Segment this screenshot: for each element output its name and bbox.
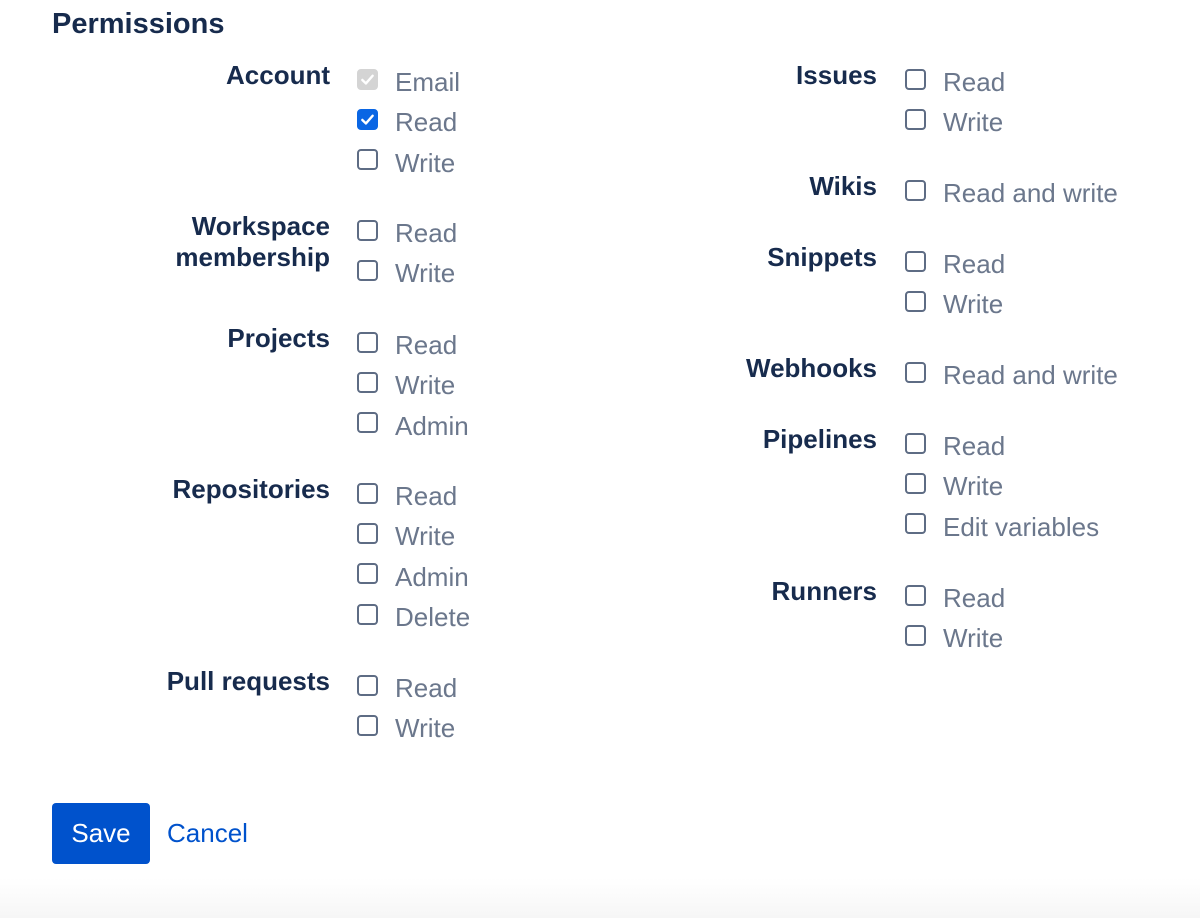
checkbox-option-read[interactable]: Read <box>905 244 1005 284</box>
checkbox-label: Read <box>943 249 1006 279</box>
checkbox-label: Read <box>943 583 1006 613</box>
checkbox-label: Read <box>943 67 1006 97</box>
checkbox[interactable] <box>357 522 378 544</box>
checkbox[interactable] <box>905 179 926 201</box>
checkbox-option-edit-variables[interactable]: Edit variables <box>905 507 1099 547</box>
checkbox[interactable] <box>357 412 378 434</box>
permission-group-label: Repositories <box>172 474 331 504</box>
cancel-link[interactable]: Cancel <box>167 803 248 864</box>
checkbox[interactable] <box>357 219 378 241</box>
checkbox-option-email[interactable]: Email <box>357 62 460 102</box>
permission-group-label: Webhooks <box>746 353 877 383</box>
checkbox-label: Write <box>395 258 456 289</box>
checkbox-option-read[interactable]: Read <box>357 476 457 516</box>
checkbox-option-read-and-write[interactable]: Read and write <box>905 355 1118 395</box>
checkbox-option-read-and-write[interactable]: Read and write <box>905 173 1118 213</box>
checkbox[interactable] <box>357 331 378 353</box>
checkbox-option-write[interactable]: Write <box>357 253 455 293</box>
permission-group-label: Account <box>226 60 330 90</box>
checkbox-option-read[interactable]: Read <box>357 325 457 365</box>
checkbox-label: Write <box>943 289 1004 320</box>
checkbox[interactable] <box>357 714 378 736</box>
permission-group-label: Snippets <box>767 242 877 272</box>
checkmark-icon <box>361 74 374 85</box>
checkbox-label: Write <box>395 147 456 178</box>
permission-group-label: Wikis <box>809 171 877 201</box>
checkbox-option-read[interactable]: Read <box>357 668 457 708</box>
checkbox-option-write[interactable]: Write <box>357 708 455 748</box>
checkbox-label: Read <box>395 481 458 511</box>
permission-group-label: Projects <box>227 323 330 353</box>
permission-group-label: Workspace membership <box>175 211 330 272</box>
checkbox-label: Email <box>395 67 461 97</box>
checkbox-label: Read and write <box>943 360 1118 390</box>
checkbox[interactable] <box>357 482 378 504</box>
checkbox-option-write[interactable]: Write <box>905 284 1003 324</box>
checkbox-option-write[interactable]: Write <box>357 516 455 556</box>
checkbox-label: Write <box>395 521 456 552</box>
checkbox[interactable] <box>905 250 926 272</box>
checkbox-label: Read <box>943 431 1006 461</box>
checkbox-option-read[interactable]: Read <box>357 102 457 142</box>
checkbox[interactable] <box>905 584 926 606</box>
checkbox-label: Read <box>395 218 458 248</box>
checkbox-option-read[interactable]: Read <box>357 213 457 253</box>
checkbox[interactable] <box>357 259 378 281</box>
checkbox-label: Admin <box>395 410 469 441</box>
page-title: Permissions <box>52 8 225 40</box>
page-footer-shade <box>0 878 1200 918</box>
checkbox-option-write[interactable]: Write <box>905 102 1003 142</box>
checkbox[interactable] <box>905 624 926 646</box>
permission-group-label: Pull requests <box>166 666 330 696</box>
checkbox-label: Write <box>395 713 456 744</box>
checkbox[interactable] <box>905 513 926 535</box>
checkbox[interactable] <box>357 563 378 585</box>
checkbox-option-read[interactable]: Read <box>905 62 1005 102</box>
checkbox-label: Write <box>943 471 1004 502</box>
checkbox[interactable] <box>905 432 926 454</box>
checkbox-option-write[interactable]: Write <box>905 466 1003 506</box>
checkbox[interactable] <box>905 290 926 312</box>
save-button[interactable]: Save <box>52 803 150 864</box>
permission-group-label: Pipelines <box>762 424 877 454</box>
checkbox-option-delete[interactable]: Delete <box>357 597 470 637</box>
checkbox-checked[interactable] <box>357 108 378 130</box>
checkbox-option-write[interactable]: Write <box>357 365 455 405</box>
checkbox[interactable] <box>905 108 926 130</box>
checkbox-label: Delete <box>395 602 471 633</box>
checkbox-option-read[interactable]: Read <box>905 426 1005 466</box>
checkbox[interactable] <box>357 371 378 393</box>
permission-group-label: Issues <box>796 60 877 90</box>
checkbox-option-admin[interactable]: Admin <box>357 557 469 597</box>
checkbox-label: Edit variables <box>943 511 1100 542</box>
checkbox-label: Write <box>943 107 1004 138</box>
checkbox-label: Read <box>395 107 458 138</box>
checkbox-checked <box>357 68 378 90</box>
permission-group-label: Runners <box>771 576 877 606</box>
checkbox-label: Admin <box>395 561 469 592</box>
checkbox[interactable] <box>357 149 378 171</box>
checkbox[interactable] <box>357 603 378 625</box>
checkbox-option-write[interactable]: Write <box>357 143 455 183</box>
checkbox-label: Read <box>395 330 458 360</box>
checkbox-label: Write <box>395 370 456 401</box>
checkbox[interactable] <box>905 472 926 494</box>
checkbox-label: Read <box>395 673 458 703</box>
checkbox-label: Read and write <box>943 178 1118 208</box>
checkmark-icon <box>361 114 374 125</box>
checkbox[interactable] <box>357 674 378 696</box>
checkbox-label: Write <box>943 623 1004 654</box>
checkbox-option-write[interactable]: Write <box>905 618 1003 658</box>
checkbox-option-read[interactable]: Read <box>905 578 1005 618</box>
checkbox-option-admin[interactable]: Admin <box>357 406 469 446</box>
checkbox[interactable] <box>905 361 926 383</box>
checkbox[interactable] <box>905 68 926 90</box>
